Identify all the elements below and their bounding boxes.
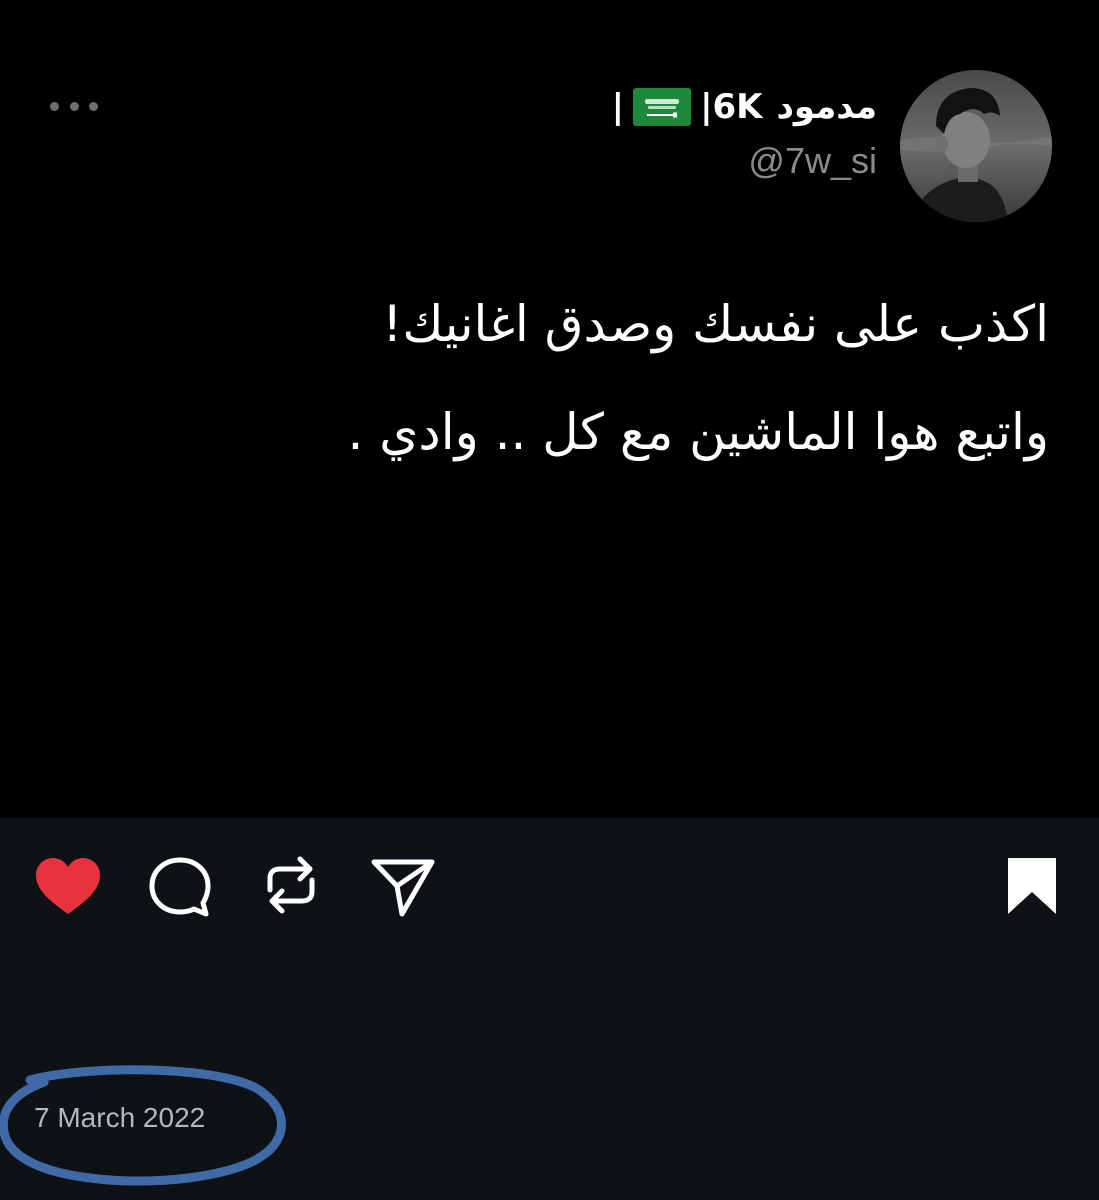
save-button[interactable] bbox=[1006, 856, 1058, 916]
name-arabic: مدمود bbox=[776, 87, 877, 127]
share-button[interactable] bbox=[370, 856, 436, 918]
saudi-flag-icon bbox=[633, 88, 692, 126]
repost-button[interactable] bbox=[262, 852, 320, 918]
more-options-icon[interactable] bbox=[50, 92, 98, 120]
tweet-text: اكذب على نفسك وصدق اغانيك! واتبع هوا الم… bbox=[149, 270, 1050, 486]
dot bbox=[50, 101, 59, 111]
dot bbox=[69, 101, 79, 111]
avatar[interactable] bbox=[900, 70, 1052, 222]
bookmark-icon bbox=[1008, 858, 1056, 914]
like-button[interactable] bbox=[34, 856, 102, 916]
comment-button[interactable] bbox=[148, 856, 212, 920]
display-name[interactable]: | |6K مدمود bbox=[612, 82, 877, 132]
send-icon bbox=[371, 859, 435, 917]
tweet-text-line: اكذب على نفسك وصدق اغانيك! bbox=[382, 295, 1049, 353]
post-date: 7 March 2022 bbox=[34, 1102, 206, 1133]
repost-icon bbox=[267, 856, 315, 914]
comment-icon bbox=[149, 857, 211, 917]
tweet-card: | |6K مدمود @7w_si اكذب على نفسك وصدق اغ… bbox=[0, 0, 1099, 818]
dot bbox=[89, 101, 98, 111]
name-suffix: | bbox=[611, 87, 625, 127]
name-count: |6K bbox=[700, 87, 763, 127]
tweet-text-line: واتبع هوا الماشين مع كل .. وادي . bbox=[347, 403, 1050, 461]
avatar-photo bbox=[900, 70, 1052, 222]
heart-icon bbox=[36, 858, 100, 914]
user-handle[interactable]: @7w_si bbox=[748, 136, 877, 186]
